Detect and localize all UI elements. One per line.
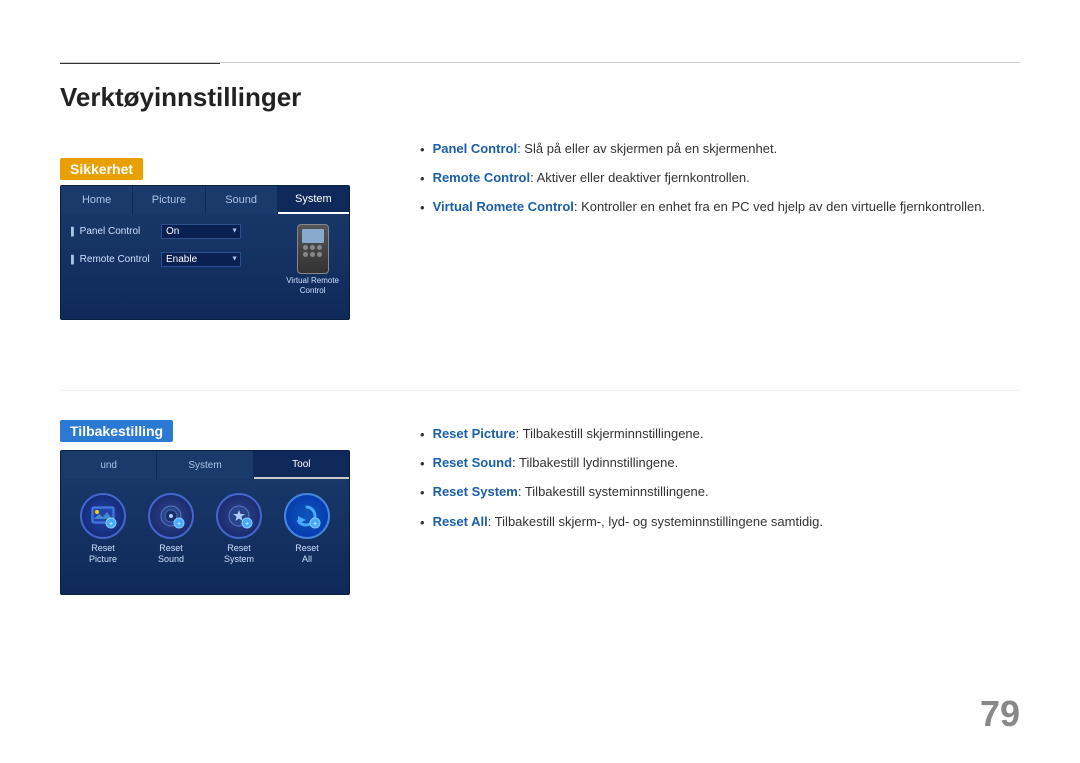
menu-tabs: Home Picture Sound System xyxy=(61,186,349,214)
bullet-term-reset-sound: Reset Sound xyxy=(433,455,512,470)
sikkerhet-menu-screenshot: Home Picture Sound System Panel Control … xyxy=(60,185,350,320)
bullet-reset-picture-text: Reset Picture: Tilbakestill skjerminnsti… xyxy=(433,425,704,443)
reset-sound-label: ResetSound xyxy=(158,543,184,565)
bullet-dot-ra: • xyxy=(420,514,425,532)
bullet-virtual-remote: • Virtual Romete Control: Kontroller en … xyxy=(420,198,1020,217)
remote-btn-5 xyxy=(310,252,315,257)
reset-picture-icon: + xyxy=(80,493,126,539)
bullet-term-reset-all: Reset All xyxy=(433,514,488,529)
remote-btn-1 xyxy=(303,245,308,250)
bullet-remote-control: • Remote Control: Aktiver eller deaktive… xyxy=(420,169,1020,188)
svg-text:+: + xyxy=(245,521,249,528)
page-title: Verktøyinnstillinger xyxy=(60,82,301,113)
reset-system-icon: + xyxy=(216,493,262,539)
remote-control-select[interactable]: Enable xyxy=(161,252,241,267)
menu-tab-home[interactable]: Home xyxy=(61,186,133,214)
remote-btn-2 xyxy=(310,245,315,250)
svg-text:+: + xyxy=(313,521,317,528)
page-container: Verktøyinnstillinger Sikkerhet Home Pict… xyxy=(0,0,1080,763)
panel-control-select[interactable]: On xyxy=(161,224,241,239)
reset-picture-label: ResetPicture xyxy=(89,543,117,565)
remote-control-row: Remote Control Enable xyxy=(71,248,278,270)
bullet-dot-rsys: • xyxy=(420,484,425,502)
reset-picture-item: + ResetPicture xyxy=(80,493,126,565)
bullet-term-panel: Panel Control xyxy=(433,141,518,156)
remote-btn-3 xyxy=(317,245,322,250)
reset-tabs: und System Tool xyxy=(61,451,349,479)
reset-tab-tool[interactable]: Tool xyxy=(254,451,349,479)
bullet-virtual-remote-text: Virtual Romete Control: Kontroller en en… xyxy=(433,198,986,216)
top-rule xyxy=(60,62,1020,63)
bullet-dot-1: • xyxy=(420,141,425,159)
bullet-remote-control-text: Remote Control: Aktiver eller deaktiver … xyxy=(433,169,750,187)
virtual-remote-label: Virtual RemoteControl xyxy=(286,276,339,295)
reset-tab-und[interactable]: und xyxy=(61,451,157,479)
bullet-term-remote: Remote Control xyxy=(433,170,531,185)
bullet-reset-sound-text: Reset Sound: Tilbakestill lydinnstilling… xyxy=(433,454,679,472)
reset-all-icon: + xyxy=(284,493,330,539)
svg-text:+: + xyxy=(109,521,113,528)
menu-tab-picture[interactable]: Picture xyxy=(133,186,205,214)
bullet-dot-3: • xyxy=(420,199,425,217)
remote-btn-row xyxy=(303,245,322,250)
reset-tab-system[interactable]: System xyxy=(157,451,253,479)
bullet-panel-control: • Panel Control: Slå på eller av skjerme… xyxy=(420,140,1020,159)
remote-btn-6 xyxy=(317,252,322,257)
bullet-reset-all-text: Reset All: Tilbakestill skjerm-, lyd- og… xyxy=(433,513,823,531)
bullet-reset-picture: • Reset Picture: Tilbakestill skjerminns… xyxy=(420,425,1020,444)
tilbakestilling-bullets: • Reset Picture: Tilbakestill skjerminns… xyxy=(420,425,1020,542)
bullet-dot-2: • xyxy=(420,170,425,188)
sikkerhet-bullets: • Panel Control: Slå på eller av skjerme… xyxy=(420,140,1020,228)
system-svg-icon: + xyxy=(225,502,253,530)
bullet-reset-sound: • Reset Sound: Tilbakestill lydinnstilli… xyxy=(420,454,1020,473)
bullet-reset-system: • Reset System: Tilbakestill systeminnst… xyxy=(420,483,1020,502)
remote-btn-4 xyxy=(303,252,308,257)
bullet-reset-system-text: Reset System: Tilbakestill systeminnstil… xyxy=(433,483,709,501)
virtual-remote-icon xyxy=(297,224,329,274)
menu-tab-system[interactable]: System xyxy=(278,186,349,214)
reset-screenshot: und System Tool + ResetPicture xyxy=(60,450,350,595)
svg-text:+: + xyxy=(177,521,181,528)
picture-svg-icon: + xyxy=(89,502,117,530)
menu-tab-sound[interactable]: Sound xyxy=(206,186,278,214)
panel-control-row: Panel Control On xyxy=(71,220,278,242)
panel-control-select-wrapper: On xyxy=(161,224,241,239)
remote-screen xyxy=(302,229,324,243)
reset-icons-row: + ResetPicture + ResetSound xyxy=(61,479,349,571)
page-number: 79 xyxy=(980,693,1020,735)
tilbakestilling-badge: Tilbakestilling xyxy=(60,420,173,442)
menu-left: Panel Control On Remote Control Enable xyxy=(71,220,278,295)
sikkerhet-badge: Sikkerhet xyxy=(60,158,143,180)
remote-control-select-wrapper: Enable xyxy=(161,252,241,267)
bullet-term-virtual: Virtual Romete Control xyxy=(433,199,574,214)
bullet-panel-control-text: Panel Control: Slå på eller av skjermen … xyxy=(433,140,778,158)
virtual-remote: Virtual RemoteControl xyxy=(286,220,339,295)
reset-sound-item: + ResetSound xyxy=(148,493,194,565)
bullet-dot-rs: • xyxy=(420,455,425,473)
bullet-term-reset-system: Reset System xyxy=(433,484,518,499)
section-divider xyxy=(60,390,1020,391)
reset-system-item: + ResetSystem xyxy=(216,493,262,565)
sound-svg-icon: + xyxy=(157,502,185,530)
reset-all-svg-icon: + xyxy=(293,502,321,530)
reset-all-item: + ResetAll xyxy=(284,493,330,565)
remote-btn-row-2 xyxy=(303,252,322,257)
bullet-reset-all: • Reset All: Tilbakestill skjerm-, lyd- … xyxy=(420,513,1020,532)
reset-all-label: ResetAll xyxy=(295,543,319,565)
bullet-dot-rp: • xyxy=(420,426,425,444)
remote-control-label: Remote Control xyxy=(71,254,161,265)
reset-sound-icon: + xyxy=(148,493,194,539)
bullet-term-reset-picture: Reset Picture xyxy=(433,426,516,441)
panel-control-label: Panel Control xyxy=(71,226,161,237)
reset-system-label: ResetSystem xyxy=(224,543,254,565)
menu-body: Panel Control On Remote Control Enable xyxy=(61,214,349,301)
